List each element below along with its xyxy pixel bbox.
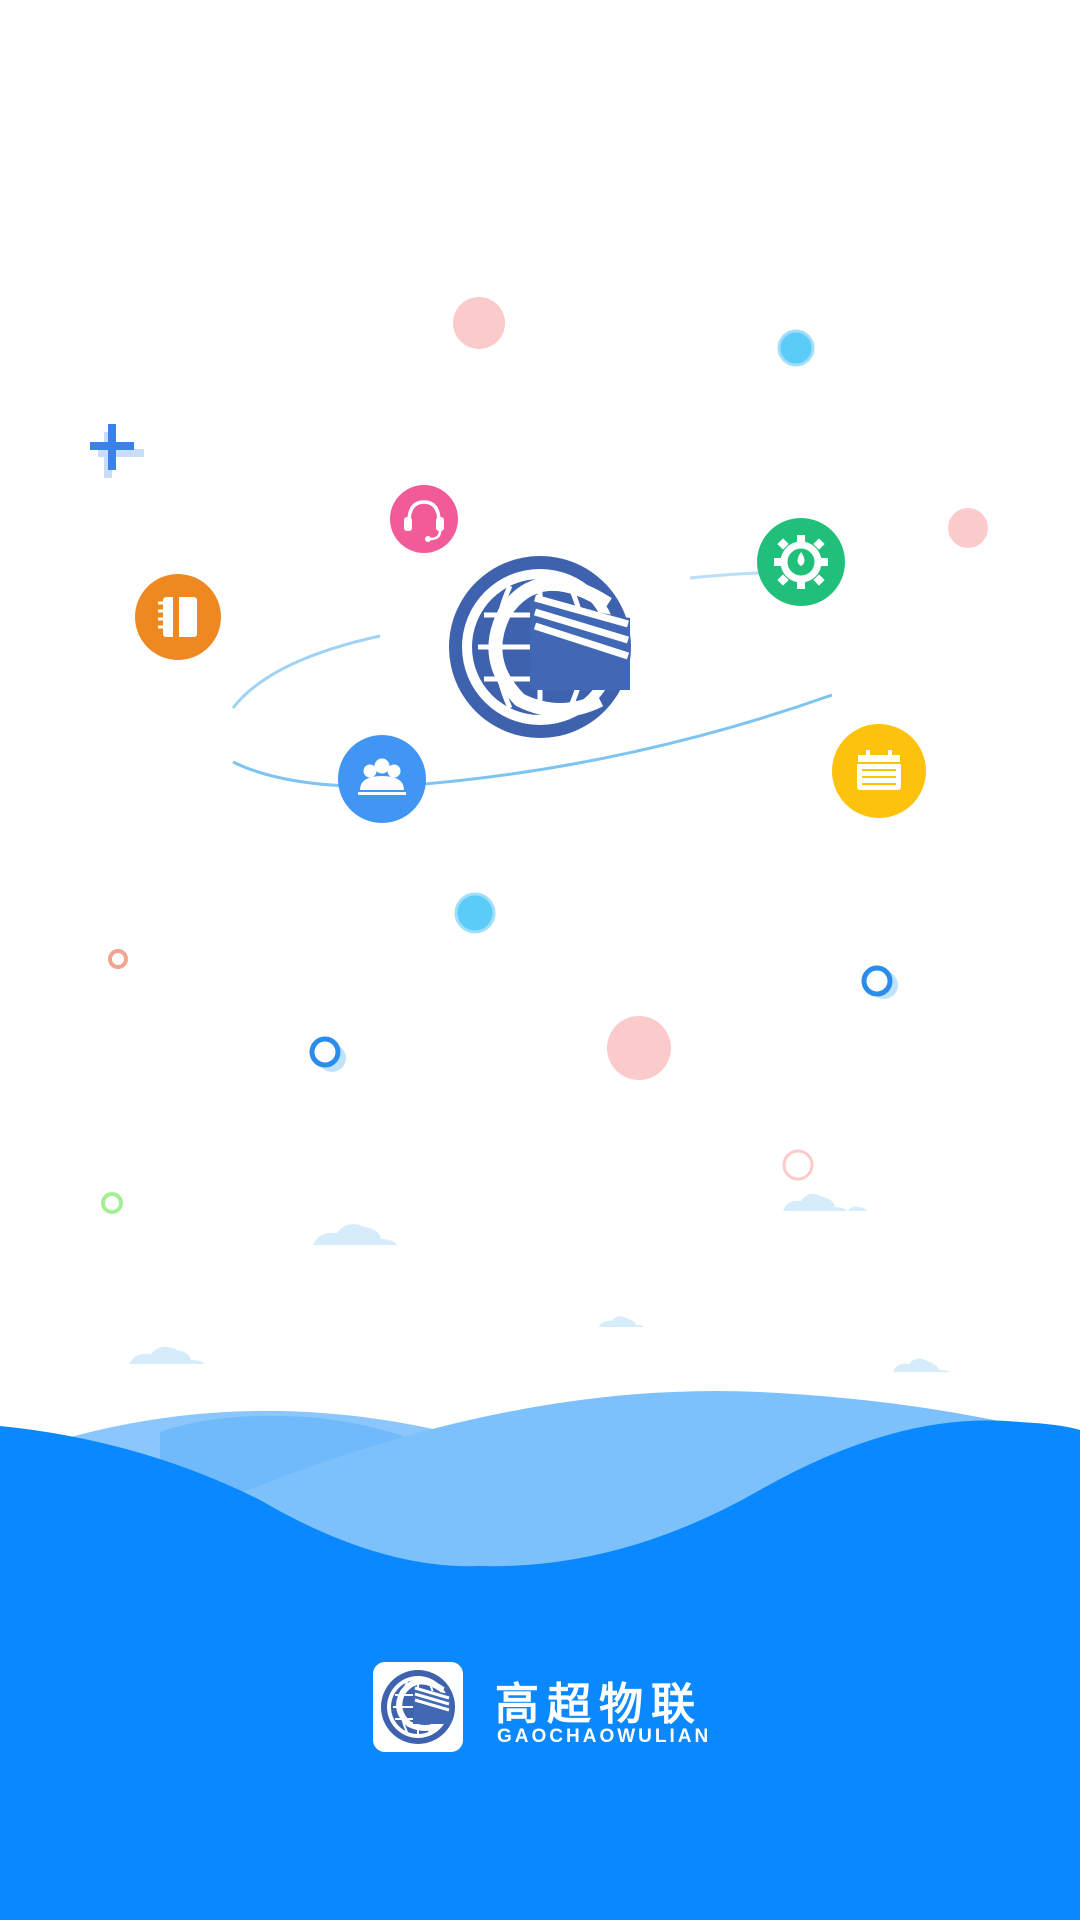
splash-illustration: [0, 297, 1080, 1920]
wave-background: [0, 1390, 1080, 1920]
logo-icon: [449, 556, 631, 738]
logo-icon: [381, 1670, 455, 1744]
bubble: [101, 1192, 123, 1214]
bubble: [607, 1016, 671, 1080]
bubble: [454, 892, 496, 934]
settings-gear-icon: [757, 518, 845, 606]
cloud: [893, 1358, 951, 1372]
group-people-icon: [338, 735, 426, 823]
bubble: [782, 1149, 814, 1181]
headset-icon: [390, 485, 458, 553]
app-logo-badge: [373, 1662, 463, 1752]
bubble: [777, 329, 815, 367]
brand-block: 高超物联 GAOCHAOWULIAN: [373, 1662, 713, 1762]
cloud: [313, 1224, 397, 1245]
cloud: [598, 1316, 644, 1327]
cloud: [129, 1346, 205, 1364]
plus-sparkle-icon: [90, 424, 144, 478]
notebook-icon: [135, 574, 221, 660]
brand-name-chinese: 高超物联: [495, 1679, 703, 1730]
ring-bubble: [861, 965, 898, 999]
brand-name-english: GAOCHAOWULIAN: [497, 1726, 712, 1747]
bubble: [948, 508, 988, 548]
bubble: [453, 297, 505, 349]
bubble: [108, 949, 128, 969]
ring-bubble: [309, 1036, 346, 1072]
calendar-icon: [832, 724, 926, 818]
cloud: [783, 1193, 868, 1211]
